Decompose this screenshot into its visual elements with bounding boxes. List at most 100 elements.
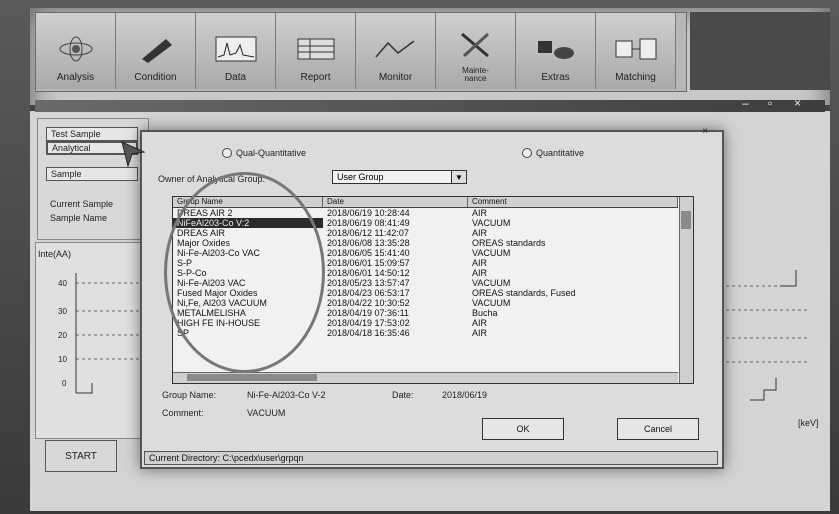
analysis-label: Analysis — [56, 72, 95, 83]
matching-button[interactable]: Matching — [596, 13, 676, 89]
comment-label: Comment: — [162, 408, 204, 418]
row-name: SP — [177, 328, 190, 338]
row-comment: AIR — [472, 258, 488, 268]
row-date: 2018/04/22 10:30:52 — [327, 298, 410, 308]
quantitative-label: Quantitative — [536, 148, 585, 158]
start-button[interactable]: START — [45, 440, 117, 472]
row-comment: AIR — [472, 318, 488, 328]
column-header-group-name[interactable]: Group Name — [173, 197, 323, 207]
row-comment: VACUUM — [472, 298, 511, 308]
analysis-button[interactable]: Analysis — [36, 13, 116, 89]
condition-label: Condition — [134, 72, 177, 83]
main-toolbar: Analysis Condition Data Report Monitor M… — [35, 12, 687, 92]
toolbar-right-area — [690, 12, 830, 90]
monitor-label: Monitor — [378, 72, 413, 83]
table-row[interactable]: S-P 2018/06/01 15:09:57 AIR — [173, 258, 678, 268]
row-comment: AIR — [472, 328, 488, 338]
table-row[interactable]: Ni-Fe-Al203-Co VAC 2018/06/05 15:41:40 V… — [173, 248, 678, 258]
row-name: Major Oxides — [177, 238, 231, 248]
matching-icon — [614, 34, 658, 64]
matching-label: Matching — [615, 72, 656, 83]
row-date: 2018/06/05 15:41:40 — [327, 248, 410, 258]
analytical-group-dialog: × Qual-Quantitative Quantitative Owner o… — [140, 126, 724, 469]
table-row[interactable]: METALMELISHA 2018/04/19 07:36:11 Bucha — [173, 308, 678, 318]
row-date: 2018/06/01 14:50:12 — [327, 268, 410, 278]
row-comment: AIR — [472, 228, 488, 238]
owner-select[interactable]: User Group ▼ — [332, 170, 467, 184]
data-button[interactable]: Data — [196, 13, 276, 89]
pen-icon — [134, 34, 178, 64]
chevron-down-icon[interactable]: ▼ — [451, 171, 466, 183]
spectrum-icon — [214, 34, 258, 64]
report-label: Report — [300, 72, 331, 83]
row-comment: OREAS standards — [472, 238, 546, 248]
row-date: 2018/04/23 06:53:17 — [327, 288, 410, 298]
close-icon[interactable]: × — [794, 96, 801, 110]
date-label: Date: — [392, 390, 414, 400]
condition-button[interactable]: Condition — [116, 13, 196, 89]
row-date: 2018/04/19 07:36:11 — [327, 308, 409, 318]
row-name: Ni,Fe, Al203 VACUUM — [177, 298, 267, 308]
row-name: S-P — [177, 258, 193, 268]
table-row[interactable]: DREAS AIR 2 2018/06/19 10:28:44 AIR — [173, 208, 678, 218]
scrollbar-thumb[interactable] — [681, 211, 691, 229]
table-row[interactable]: Fused Major Oxides 2018/04/23 06:53:17 O… — [173, 288, 678, 298]
qual-quantitative-radio[interactable]: Qual-Quantitative — [222, 148, 306, 158]
quantitative-radio[interactable]: Quantitative — [522, 148, 584, 158]
date-value: 2018/06/19 — [442, 390, 488, 400]
x-axis-unit: [keV] — [798, 418, 819, 428]
spectrum-area: Inte(AA) 40 30 20 10 0 — [35, 242, 149, 439]
cancel-button[interactable]: Cancel — [617, 418, 699, 440]
owner-select-value: User Group — [337, 172, 384, 182]
row-name: DREAS AIR — [177, 228, 226, 238]
table-row-selected[interactable]: NiFeAl203-Co V:2 2018/06/19 08:41:49 VAC… — [173, 218, 678, 228]
column-header-date[interactable]: Date — [323, 197, 468, 207]
row-name: Ni-Fe-Al203-Co VAC — [177, 248, 260, 258]
row-name: NiFeAl203-Co V:2 — [173, 218, 323, 228]
row-comment: VACUUM — [472, 218, 511, 228]
scrollbar-thumb[interactable] — [187, 374, 317, 381]
table-row[interactable]: HIGH FE IN-HOUSE 2018/04/19 17:53:02 AIR — [173, 318, 678, 328]
extras-label: Extras — [541, 72, 570, 83]
minimize-icon[interactable]: – — [742, 96, 749, 110]
row-comment: OREAS standards, Fused — [472, 288, 576, 298]
row-name: Ni-Fe-Al203 VAC — [177, 278, 246, 288]
table-row[interactable]: Ni,Fe, Al203 VACUUM 2018/04/22 10:30:52 … — [173, 298, 678, 308]
row-date: 2018/06/08 13:35:28 — [327, 238, 410, 248]
row-date: 2018/04/18 16:35:46 — [327, 328, 410, 338]
column-header-comment[interactable]: Comment — [468, 197, 678, 207]
row-comment: AIR — [472, 268, 488, 278]
tools-icon — [454, 29, 498, 59]
report-button[interactable]: Report — [276, 13, 356, 89]
qual-quantitative-label: Qual-Quantitative — [236, 148, 307, 158]
sample-button[interactable]: Sample — [46, 167, 138, 181]
comment-value: VACUUM — [247, 408, 286, 418]
vertical-scrollbar[interactable] — [679, 197, 693, 383]
table-row[interactable]: DREAS AIR 2018/06/12 11:42:07 AIR — [173, 228, 678, 238]
monitor-button[interactable]: Monitor — [356, 13, 436, 89]
data-label: Data — [224, 72, 247, 83]
row-date: 2018/06/12 11:42:07 — [327, 228, 409, 238]
extras-icon — [534, 34, 578, 64]
row-date: 2018/06/19 10:28:44 — [327, 208, 410, 218]
row-name: METALMELISHA — [177, 308, 246, 318]
row-name: DREAS AIR 2 — [177, 208, 233, 218]
row-date: 2018/06/19 08:41:49 — [327, 218, 410, 228]
group-name-label: Group Name: — [162, 390, 217, 400]
row-name: Fused Major Oxides — [177, 288, 258, 298]
row-name: S-P-Co — [177, 268, 207, 278]
table-row[interactable]: S-P-Co 2018/06/01 14:50:12 AIR — [173, 268, 678, 278]
monitor-icon — [374, 34, 418, 64]
ok-button[interactable]: OK — [482, 418, 564, 440]
group-name-value: Ni-Fe-Al203-Co V-2 — [247, 390, 326, 400]
row-name: HIGH FE IN-HOUSE — [177, 318, 261, 328]
maximize-icon[interactable]: ▫ — [768, 96, 772, 110]
horizontal-scrollbar[interactable] — [173, 372, 678, 383]
table-row[interactable]: SP 2018/04/18 16:35:46 AIR — [173, 328, 678, 338]
row-comment: AIR — [472, 208, 488, 218]
maintenance-button[interactable]: Mainte- nance — [436, 13, 516, 89]
table-row[interactable]: Major Oxides 2018/06/08 13:35:28 OREAS s… — [173, 238, 678, 248]
extras-button[interactable]: Extras — [516, 13, 596, 89]
dialog-close-icon[interactable]: × — [702, 126, 708, 137]
table-row[interactable]: Ni-Fe-Al203 VAC 2018/05/23 13:57:47 VACU… — [173, 278, 678, 288]
